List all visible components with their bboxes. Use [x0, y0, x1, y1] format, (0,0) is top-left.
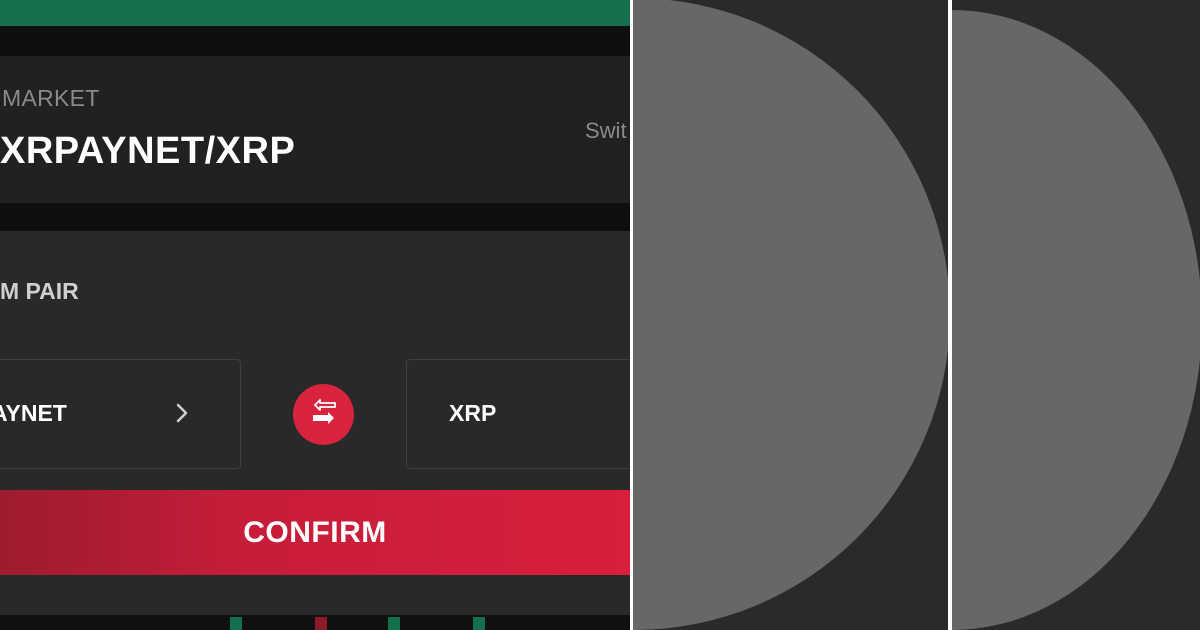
pair-selector-title: M PAIR: [0, 278, 79, 304]
chart-bar: [388, 617, 400, 630]
chart-bar: [473, 617, 485, 630]
chart-bar: [230, 617, 242, 630]
trade-panel: MARKET XRPAYNET/XRP Swit M PAIR AYNET XR…: [0, 0, 630, 630]
chevron-right-icon: [171, 398, 193, 428]
placeholder-circle-icon: [633, 0, 948, 630]
to-token-label: XRP: [449, 400, 497, 426]
placeholder-circle-icon: [952, 10, 1200, 630]
market-label: MARKET: [2, 85, 100, 111]
swap-pair-button[interactable]: [293, 384, 354, 445]
image-placeholder-1: [633, 0, 948, 630]
from-token-label: AYNET: [0, 400, 67, 426]
switch-link[interactable]: Swit: [585, 118, 627, 144]
swap-arrows-icon: [307, 395, 341, 434]
from-token-select[interactable]: AYNET: [0, 359, 241, 469]
chart-bar: [315, 617, 327, 630]
market-pair-title: XRPAYNET/XRP: [0, 130, 296, 172]
image-placeholder-2: [952, 0, 1200, 630]
top-green-strip: [0, 0, 630, 26]
confirm-button[interactable]: CONFIRM: [0, 490, 630, 575]
to-token-select[interactable]: XRP: [406, 359, 630, 469]
